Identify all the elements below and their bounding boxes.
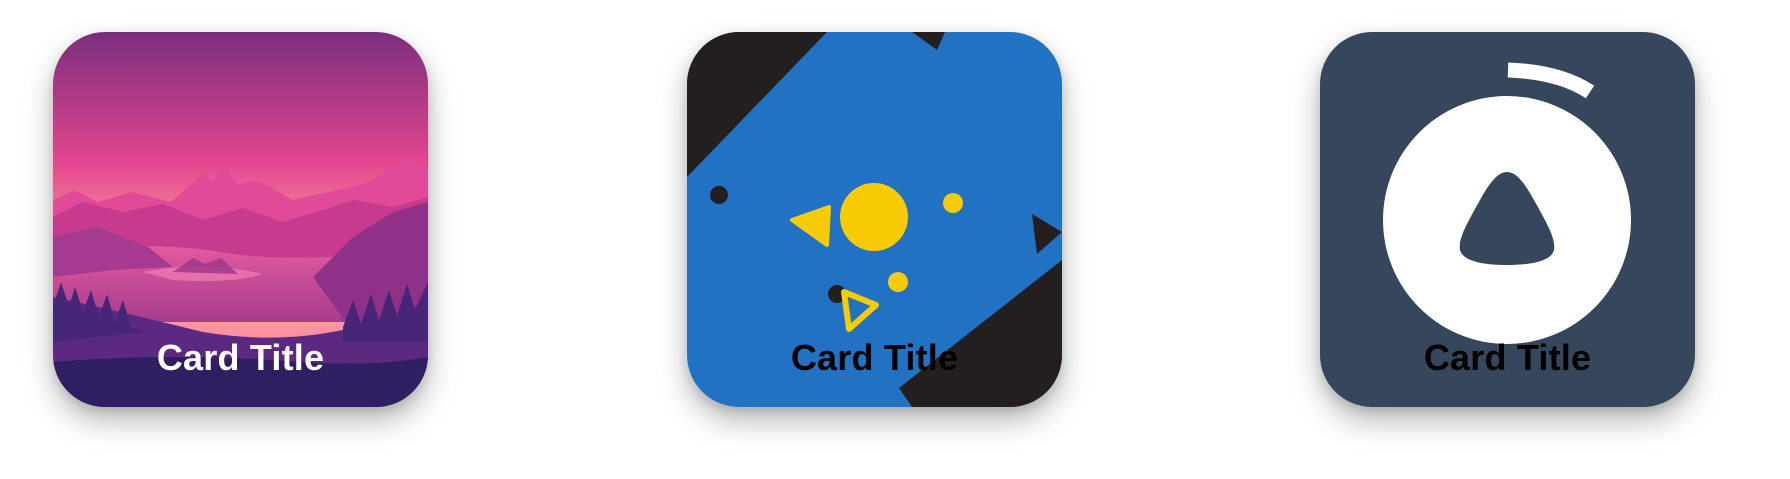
card-stopwatch[interactable]: Card Title bbox=[1320, 32, 1695, 407]
card-title: Card Title bbox=[156, 337, 325, 378]
card-sunset[interactable]: Card Title bbox=[53, 32, 428, 407]
card-title: Card Title bbox=[790, 337, 959, 378]
card-title: Card Title bbox=[1423, 337, 1592, 378]
card-geometric[interactable]: Card Title bbox=[687, 32, 1062, 407]
